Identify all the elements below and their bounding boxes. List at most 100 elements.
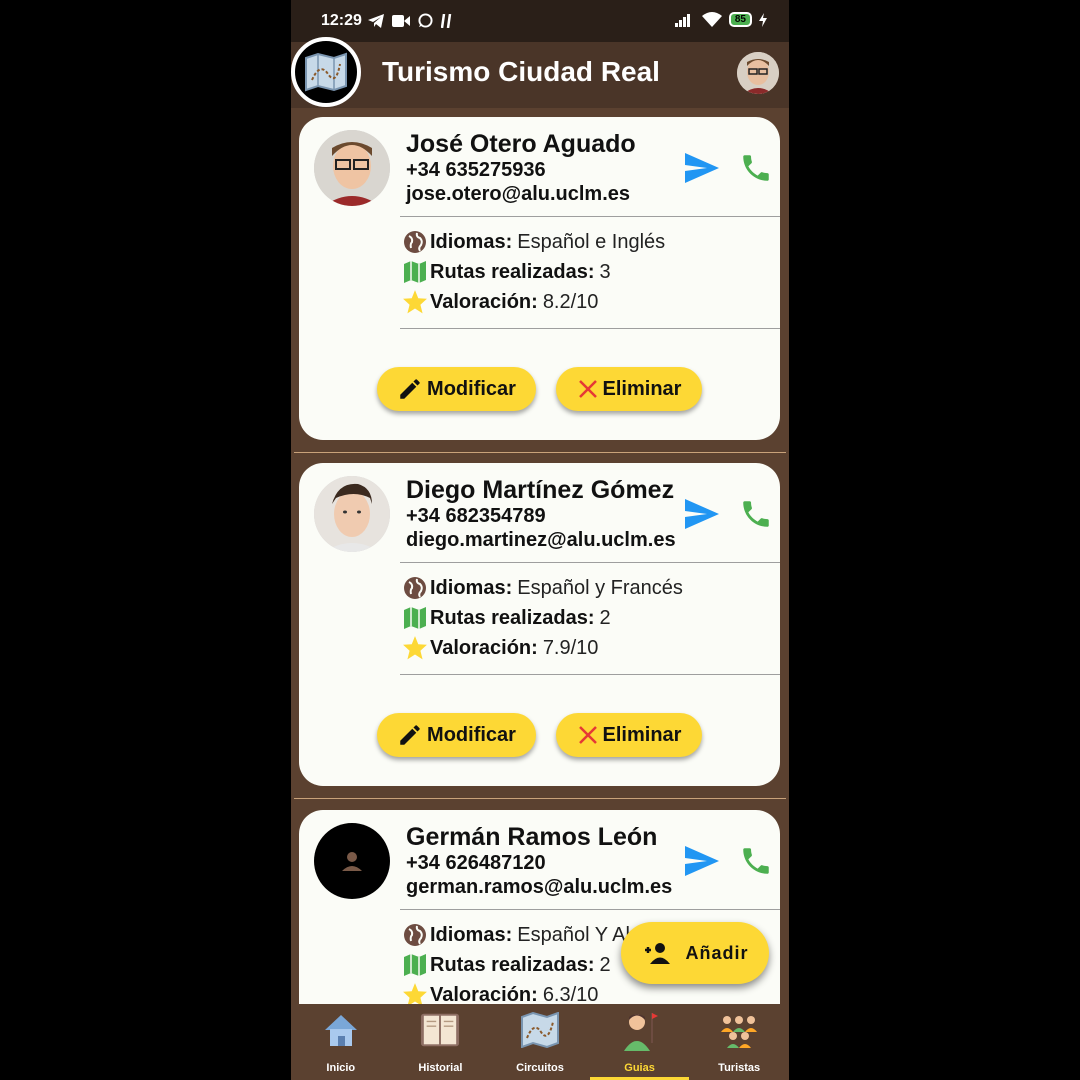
rating-label: Valoración: [430, 983, 538, 1005]
nav-label-guias: Guias [624, 1062, 655, 1074]
charging-icon [759, 12, 767, 27]
delete-label: Eliminar [602, 723, 682, 746]
person-placeholder-icon [342, 852, 362, 871]
status-notification-icons [368, 13, 453, 28]
phone-call-icon[interactable] [739, 844, 773, 878]
nav-item-guias[interactable]: Guias [589, 1004, 690, 1080]
nav-item-inicio[interactable]: Inicio [291, 1004, 391, 1080]
rating-label: Valoración: [430, 290, 538, 313]
guide-avatar [314, 476, 390, 552]
signal-app-icon [441, 13, 452, 28]
nav-item-turistas[interactable]: Turistas [689, 1004, 789, 1080]
cell-signal-icon [674, 13, 690, 27]
modify-button[interactable]: Modificar [377, 367, 536, 411]
languages-label: Idiomas: [430, 923, 513, 946]
modify-label: Modificar [427, 723, 516, 746]
languages-value: Español Y Al [517, 923, 630, 946]
star-icon [402, 289, 428, 315]
nav-label-circuitos: Circuitos [516, 1062, 564, 1074]
app-logo[interactable] [291, 37, 361, 107]
tourists-icon [719, 1010, 759, 1050]
guide-list[interactable]: José Otero Aguado +34 635275936 jose.ote… [291, 108, 789, 1004]
battery-level: 85 [728, 12, 752, 27]
guide-name: Germán Ramos León [406, 823, 658, 851]
languages-row: Idiomas: Español e Inglés [402, 228, 665, 256]
routes-value: 3 [599, 260, 611, 283]
languages-label: Idiomas: [430, 576, 513, 599]
phone-call-icon[interactable] [739, 151, 773, 185]
routes-row: Rutas realizadas: 3 [402, 258, 611, 286]
app-title: Turismo Ciudad Real [382, 56, 660, 87]
languages-value: Español e Inglés [517, 230, 666, 253]
modify-label: Modificar [427, 377, 516, 400]
user-avatar[interactable] [737, 52, 779, 94]
nav-item-circuitos[interactable]: Circuitos [490, 1004, 590, 1080]
card-separator [294, 798, 786, 799]
rating-label: Valoración: [430, 636, 538, 659]
routes-label: Rutas realizadas: [430, 606, 595, 629]
rating-row: Valoración: 8.2/10 [402, 288, 598, 316]
delete-label: Eliminar [602, 377, 682, 400]
routes-value: 2 [599, 953, 611, 976]
pencil-icon [400, 725, 420, 745]
pencil-icon [400, 379, 420, 399]
telegram-icon [368, 13, 384, 28]
delete-button[interactable]: Eliminar [556, 367, 702, 411]
nav-label-turistas: Turistas [718, 1062, 761, 1074]
status-system-icons: 85 [674, 12, 767, 27]
divider [400, 216, 780, 217]
send-icon[interactable] [683, 844, 721, 878]
status-bar: 12:29 85 [291, 0, 789, 42]
status-time: 12:29 [321, 12, 362, 29]
delete-button[interactable]: Eliminar [556, 713, 702, 757]
guide-email: diego.martinez@alu.uclm.es [406, 529, 676, 551]
routes-row: Rutas realizadas: 2 [402, 951, 611, 979]
card-separator [294, 452, 786, 453]
globe-icon [402, 229, 428, 255]
guide-photo [314, 476, 390, 552]
globe-icon [402, 922, 428, 948]
languages-value: Español y Francés [517, 576, 683, 599]
guide-card: Diego Martínez Gómez +34 682354789 diego… [299, 463, 780, 786]
guide-email: jose.otero@alu.uclm.es [406, 183, 631, 205]
routes-row: Rutas realizadas: 2 [402, 604, 611, 632]
guide-phone: +34 635275936 [406, 159, 546, 181]
add-guide-button[interactable]: Añadir [621, 922, 769, 984]
languages-label: Idiomas: [430, 230, 513, 253]
add-guide-label: Añadir [685, 942, 749, 963]
divider [400, 909, 780, 910]
languages-row: Idiomas: Español y Francés [402, 574, 683, 602]
rating-value: 6.3/10 [542, 983, 599, 1005]
app-bar: Turismo Ciudad Real [291, 37, 789, 108]
map-icon [520, 1010, 560, 1050]
star-icon [402, 635, 428, 661]
guide-email: german.ramos@alu.uclm.es [406, 876, 673, 898]
star-icon [402, 982, 428, 1004]
guide-avatar [314, 130, 390, 206]
user-avatar-photo [737, 52, 779, 94]
modify-button[interactable]: Modificar [377, 713, 536, 757]
map-icon [402, 605, 428, 631]
phone-call-icon[interactable] [739, 497, 773, 531]
nav-label-inicio: Inicio [326, 1062, 356, 1074]
send-icon[interactable] [683, 497, 721, 531]
divider [400, 328, 780, 329]
house-icon [321, 1010, 361, 1050]
guide-name: Diego Martínez Gómez [406, 476, 675, 504]
nav-label-historial: Historial [418, 1062, 463, 1074]
send-icon[interactable] [683, 151, 721, 185]
phone-screen: 12:29 85 Turismo Ciudad Real José Otero … [291, 0, 789, 1080]
divider [400, 562, 780, 563]
wifi-icon [701, 12, 722, 27]
bottom-nav: Inicio Historial Circuitos Guias Turista… [291, 1004, 789, 1080]
rating-row: Valoración: 6.3/10 [402, 981, 598, 1004]
guide-avatar [314, 823, 390, 899]
map-icon [402, 952, 428, 978]
routes-label: Rutas realizadas: [430, 953, 595, 976]
person-add-icon [645, 943, 671, 964]
nav-item-historial[interactable]: Historial [391, 1004, 491, 1080]
map-icon [402, 259, 428, 285]
map-logo-icon [305, 52, 347, 92]
close-icon [578, 380, 597, 398]
guide-phone: +34 626487120 [406, 852, 546, 874]
